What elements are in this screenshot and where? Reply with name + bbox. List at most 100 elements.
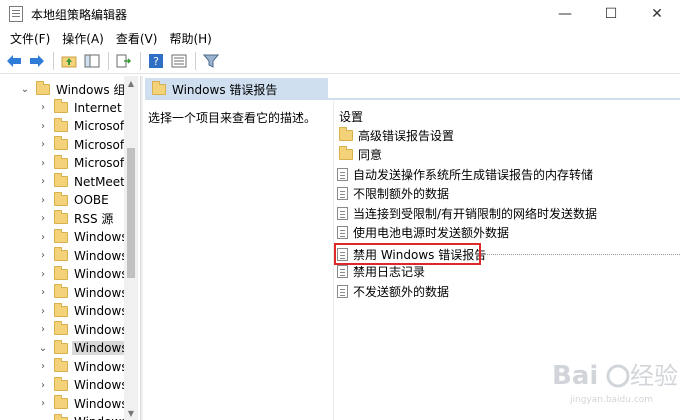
toolbar-separator: [195, 52, 196, 70]
properties-icon[interactable]: [168, 50, 190, 72]
tree-item[interactable]: ›Windows: [38, 265, 130, 284]
tree-scrollbar[interactable]: ▲ ▼: [124, 76, 138, 420]
maximize-button[interactable]: ☐: [588, 0, 634, 28]
folder-icon: [54, 339, 68, 354]
tree-item[interactable]: ⌄ Windows: [38, 339, 130, 358]
scroll-thumb[interactable]: [127, 148, 135, 278]
toolbar: ?: [0, 49, 680, 74]
setting-label: 自动发送操作系统所生成错误报告的内存转储: [353, 167, 594, 182]
scroll-up-icon[interactable]: ▲: [124, 76, 138, 90]
tree-item[interactable]: ›Windows: [38, 413, 130, 420]
chevron-down-icon[interactable]: ⌄: [38, 343, 48, 354]
tree-item[interactable]: › Microsoft: [38, 136, 131, 155]
setting-label: 不限制额外的数据: [353, 187, 450, 201]
chevron-right-icon[interactable]: ›: [38, 269, 48, 280]
pane-splitter[interactable]: [140, 76, 143, 420]
folder-icon: [54, 395, 68, 410]
tree-item[interactable]: ›Windows: [38, 284, 130, 303]
menu-help[interactable]: 帮助(H): [163, 30, 217, 47]
filter-icon[interactable]: [200, 50, 222, 72]
settings-folder-item[interactable]: 高级错误报告设置: [337, 126, 454, 144]
folder-icon: [339, 126, 353, 141]
chevron-right-icon[interactable]: ›: [38, 176, 48, 187]
tree-item-label: Windows: [74, 359, 128, 374]
baidu-watermark: Bai 经验 jingyan.baidu.com: [548, 348, 678, 408]
back-arrow-icon[interactable]: [3, 50, 25, 72]
tree-item-label: Microsoft: [74, 119, 129, 134]
folder-icon: [54, 228, 68, 243]
policy-document-icon: [337, 284, 348, 298]
policy-setting-item[interactable]: 当连接到受限制/有开销限制的网络时发送数据: [337, 204, 597, 222]
tree-item[interactable]: ›Windows: [38, 228, 130, 247]
chevron-down-icon[interactable]: ⌄: [20, 84, 30, 95]
chevron-right-icon[interactable]: ›: [38, 287, 48, 298]
chevron-right-icon[interactable]: ›: [38, 102, 48, 113]
folder-icon: [54, 376, 68, 391]
tree-item[interactable]: › Microsoft: [38, 154, 131, 173]
tree-item[interactable]: ›Windows: [38, 302, 130, 321]
policy-setting-item[interactable]: 不限制额外的数据: [337, 185, 449, 203]
settings-column-header[interactable]: 设置: [339, 108, 363, 125]
highlight-annotation: [334, 243, 481, 265]
tree-item[interactable]: ›Windows: [38, 376, 130, 395]
tree-item[interactable]: ⌄ Windows 组件: [20, 80, 138, 99]
folder-icon: [54, 321, 68, 336]
tree-item[interactable]: › Internet E: [38, 99, 135, 118]
tree-item[interactable]: ›Windows: [38, 247, 130, 266]
tree-item[interactable]: › OOBE: [38, 191, 111, 210]
chevron-right-icon[interactable]: ›: [38, 232, 48, 243]
chevron-right-icon[interactable]: ›: [38, 361, 48, 372]
section-header: Windows 错误报告: [145, 78, 328, 100]
policy-setting-item[interactable]: 自动发送操作系统所生成错误报告的内存转储: [337, 165, 593, 183]
chevron-right-icon[interactable]: ›: [38, 398, 48, 409]
folder-icon: [54, 173, 68, 188]
tree-item-label: Microsoft: [74, 156, 129, 171]
tree-item[interactable]: › RSS 源: [38, 210, 115, 229]
menu-bar: 文件(F) 操作(A) 查看(V) 帮助(H): [0, 28, 680, 48]
tree-item-label: Windows: [74, 322, 128, 337]
chevron-right-icon[interactable]: ›: [38, 250, 48, 261]
scroll-down-icon[interactable]: ▼: [124, 406, 138, 420]
tree-item[interactable]: › Windows: [38, 321, 130, 340]
folder-icon: [54, 136, 68, 151]
tree-item[interactable]: ›Windows: [38, 395, 130, 414]
chevron-right-icon[interactable]: ›: [38, 213, 48, 224]
tree-item[interactable]: › Windows: [38, 358, 130, 377]
folder-icon: [54, 284, 68, 299]
settings-folder-item[interactable]: 同意: [337, 146, 382, 164]
menu-file[interactable]: 文件(F): [4, 30, 56, 47]
policy-setting-item[interactable]: 禁用日志记录: [337, 263, 425, 281]
chevron-right-icon[interactable]: ›: [38, 139, 48, 150]
help-icon[interactable]: ?: [145, 50, 167, 72]
forward-arrow-icon[interactable]: [26, 50, 48, 72]
chevron-right-icon[interactable]: ›: [38, 324, 48, 335]
folder-icon: [36, 80, 50, 95]
menu-action[interactable]: 操作(A): [56, 30, 110, 47]
policy-document-icon: [337, 226, 348, 239]
chevron-right-icon[interactable]: ›: [38, 380, 48, 391]
section-title: Windows 错误报告: [172, 82, 278, 97]
up-folder-icon[interactable]: [58, 50, 80, 72]
tree-item[interactable]: › NetMeetir: [38, 173, 135, 192]
menu-view[interactable]: 查看(V): [110, 30, 164, 47]
folder-icon: [152, 80, 166, 95]
chevron-right-icon[interactable]: ›: [38, 195, 48, 206]
policy-document-icon: [337, 167, 348, 181]
export-list-icon[interactable]: [113, 50, 135, 72]
close-button[interactable]: ✕: [634, 0, 680, 28]
tree-item[interactable]: › Microsoft: [38, 117, 131, 136]
chevron-right-icon[interactable]: ›: [38, 121, 48, 132]
setting-label: 同意: [358, 148, 383, 162]
toolbar-separator: [108, 52, 109, 70]
setting-label: 不发送额外的数据: [353, 284, 450, 299]
minimize-button[interactable]: —: [542, 0, 588, 28]
chevron-right-icon[interactable]: ›: [38, 158, 48, 169]
tree-item-label: Microsoft: [74, 137, 129, 152]
chevron-right-icon[interactable]: ›: [38, 306, 48, 317]
show-hide-tree-icon[interactable]: [81, 50, 103, 72]
tree-item-label: OOBE: [74, 193, 109, 208]
policy-setting-item[interactable]: 不发送额外的数据: [337, 282, 449, 300]
policy-setting-item[interactable]: 使用电池电源时发送额外数据: [337, 224, 509, 242]
title-bar: 本地组策略编辑器 — ☐ ✕: [0, 0, 680, 28]
app-document-icon: [9, 6, 23, 22]
